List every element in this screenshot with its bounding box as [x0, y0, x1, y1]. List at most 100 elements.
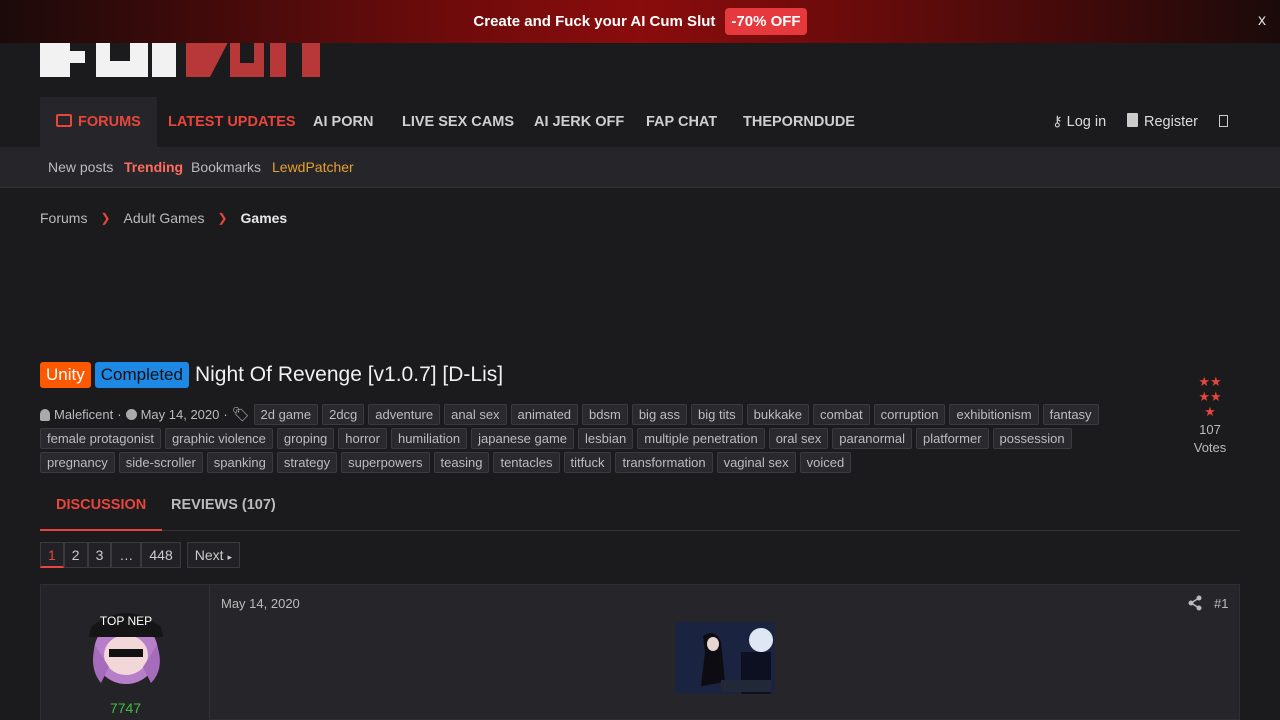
author[interactable]: Maleficent	[40, 407, 113, 422]
post: TOP NEP 7747 May 14, 2020 #1	[40, 584, 1240, 720]
thread-meta: Maleficent · May 14, 2020 · 🏷 2d game 2dc…	[40, 404, 1150, 473]
tag-pill[interactable]: lesbian	[578, 428, 634, 449]
subnav-trending[interactable]: Trending	[124, 159, 183, 175]
main-nav: FORUMS LATEST UPDATES AI PORN LIVE SEX C…	[0, 97, 1280, 147]
post-user-cell: TOP NEP 7747	[41, 585, 210, 720]
page-link[interactable]: 448	[141, 542, 181, 568]
tag-pill[interactable]: oral sex	[768, 428, 829, 449]
avatar[interactable]: TOP NEP	[81, 597, 171, 689]
breadcrumb: Forums ❯ Adult Games ❯ Games	[40, 210, 287, 226]
tag-pill[interactable]: voiced	[799, 452, 852, 473]
promo-banner[interactable]: Create and Fuck your AI Cum Slut -70% OF…	[0, 0, 1280, 43]
nav-forums[interactable]: FORUMS	[40, 97, 157, 147]
star-rating-icon: ★★ ★★ ★	[1198, 374, 1222, 419]
prefix-unity[interactable]: Unity	[40, 362, 91, 388]
site-logo[interactable]	[40, 43, 400, 77]
nav-latest-updates[interactable]: LATEST UPDATES	[168, 97, 296, 147]
tag-pill[interactable]: groping	[276, 428, 335, 449]
tag-pill[interactable]: vaginal sex	[716, 452, 796, 473]
tag-pill[interactable]: big ass	[631, 404, 688, 425]
page-link[interactable]: 2	[63, 542, 88, 568]
tag-pill[interactable]: anal sex	[444, 404, 507, 425]
post-number[interactable]: #1	[1214, 596, 1228, 611]
breadcrumb-forums[interactable]: Forums	[40, 210, 87, 226]
tag-pill[interactable]: bdsm	[582, 404, 628, 425]
tag-pill[interactable]: animated	[510, 404, 579, 425]
username[interactable]: 7747	[41, 700, 210, 716]
close-icon[interactable]: x	[1258, 12, 1266, 30]
clock-icon	[125, 409, 137, 420]
sub-nav: New posts Trending Bookmarks LewdPatcher	[0, 147, 1280, 188]
nav-fap-chat[interactable]: FAP CHAT	[646, 97, 717, 147]
pagination: 1 2 3 … 448 Next ▸	[40, 542, 240, 568]
subnav-bookmarks[interactable]: Bookmarks	[191, 159, 261, 175]
chevron-right-icon: ❯	[100, 211, 111, 225]
search-icon	[1219, 115, 1228, 127]
tab-discussion[interactable]: DISCUSSION	[40, 481, 163, 531]
breadcrumb-adult-games[interactable]: Adult Games	[124, 210, 205, 226]
page-link[interactable]: 1	[40, 542, 64, 568]
subnav-new-posts[interactable]: New posts	[48, 159, 113, 175]
tag-pill[interactable]: tentacles	[493, 452, 560, 473]
nav-ai-porn[interactable]: AI PORN	[313, 97, 373, 147]
tab-reviews[interactable]: REVIEWS (107)	[155, 481, 292, 531]
tag-pill[interactable]: 2dcg	[322, 404, 365, 425]
tag-pill[interactable]: possession	[992, 428, 1072, 449]
tag-pill[interactable]: 2d game	[253, 404, 319, 425]
promo-text[interactable]: Create and Fuck your AI Cum Slut	[473, 13, 715, 30]
tag-pill[interactable]: pregnancy	[40, 452, 115, 473]
thread-tabs: DISCUSSION REVIEWS (107)	[40, 481, 1240, 531]
subnav-lewdpatcher[interactable]: LewdPatcher	[272, 159, 354, 175]
tag-pill[interactable]: horror	[338, 428, 387, 449]
nav-ai-jerk-off[interactable]: AI JERK OFF	[534, 97, 624, 147]
tag-pill[interactable]: graphic violence	[164, 428, 273, 449]
clipboard-icon	[1127, 113, 1138, 127]
votes-count: 107	[1199, 422, 1221, 437]
caret-right-icon: ▸	[227, 552, 232, 562]
tag-pill[interactable]: paranormal	[832, 428, 912, 449]
site-header	[0, 43, 1280, 97]
post-date[interactable]: May 14, 2020	[221, 596, 300, 611]
tag-pill[interactable]: transformation	[615, 452, 713, 473]
tag-pill[interactable]: platformer	[916, 428, 989, 449]
tag-pill[interactable]: teasing	[433, 452, 490, 473]
tags-icon: 🏷	[231, 406, 250, 422]
tag-pill[interactable]: combat	[813, 404, 870, 425]
page-title: Night Of Revenge [v1.0.7] [D-Lis]	[194, 363, 504, 386]
prefix-completed[interactable]: Completed	[94, 362, 189, 388]
chevron-right-icon: ❯	[217, 211, 228, 225]
tag-pill[interactable]: multiple penetration	[637, 428, 765, 449]
tag-pill[interactable]: japanese game	[471, 428, 575, 449]
nav-theporndude[interactable]: THEPORNDUDE	[743, 97, 855, 147]
tag-pill[interactable]: bukkake	[746, 404, 810, 425]
tag-pill[interactable]: strategy	[276, 452, 338, 473]
thread-date-text: May 14, 2020	[140, 407, 220, 422]
thread-rating[interactable]: ★★ ★★ ★ 107 Votes	[1180, 374, 1240, 457]
tag-pill[interactable]: adventure	[368, 404, 441, 425]
cover-image[interactable]	[675, 622, 775, 694]
tag-pill[interactable]: big tits	[691, 404, 743, 425]
tag-pill[interactable]: titfuck	[563, 452, 612, 473]
votes-label: Votes	[1193, 440, 1227, 455]
nav-live-sex-cams[interactable]: LIVE SEX CAMS	[402, 97, 514, 147]
tag-pill[interactable]: spanking	[206, 452, 273, 473]
thread-title-row: Unity Completed Night Of Revenge [v1.0.7…	[40, 362, 503, 388]
tag-pill[interactable]: side-scroller	[118, 452, 203, 473]
tag-pill[interactable]: female protagonist	[40, 428, 161, 449]
tag-pill[interactable]: superpowers	[341, 452, 430, 473]
share-icon[interactable]	[1187, 595, 1203, 616]
user-icon	[40, 408, 50, 421]
next-page-button[interactable]: Next ▸	[186, 542, 240, 568]
avatar-text: TOP NEP	[100, 614, 152, 628]
promo-discount-badge[interactable]: -70% OFF	[725, 8, 807, 35]
login-link[interactable]: ⚷ Log in	[1052, 97, 1106, 147]
tag-pill[interactable]: corruption	[873, 404, 946, 425]
tag-pill[interactable]: humiliation	[390, 428, 468, 449]
page-jump[interactable]: …	[111, 542, 142, 568]
tag-pill[interactable]: exhibitionism	[949, 404, 1039, 425]
tag-pill[interactable]: fantasy	[1042, 404, 1099, 425]
register-link[interactable]: Register	[1127, 97, 1198, 147]
page-link[interactable]: 3	[87, 542, 112, 568]
breadcrumb-games[interactable]: Games	[241, 210, 288, 226]
search-button[interactable]	[1219, 97, 1228, 147]
